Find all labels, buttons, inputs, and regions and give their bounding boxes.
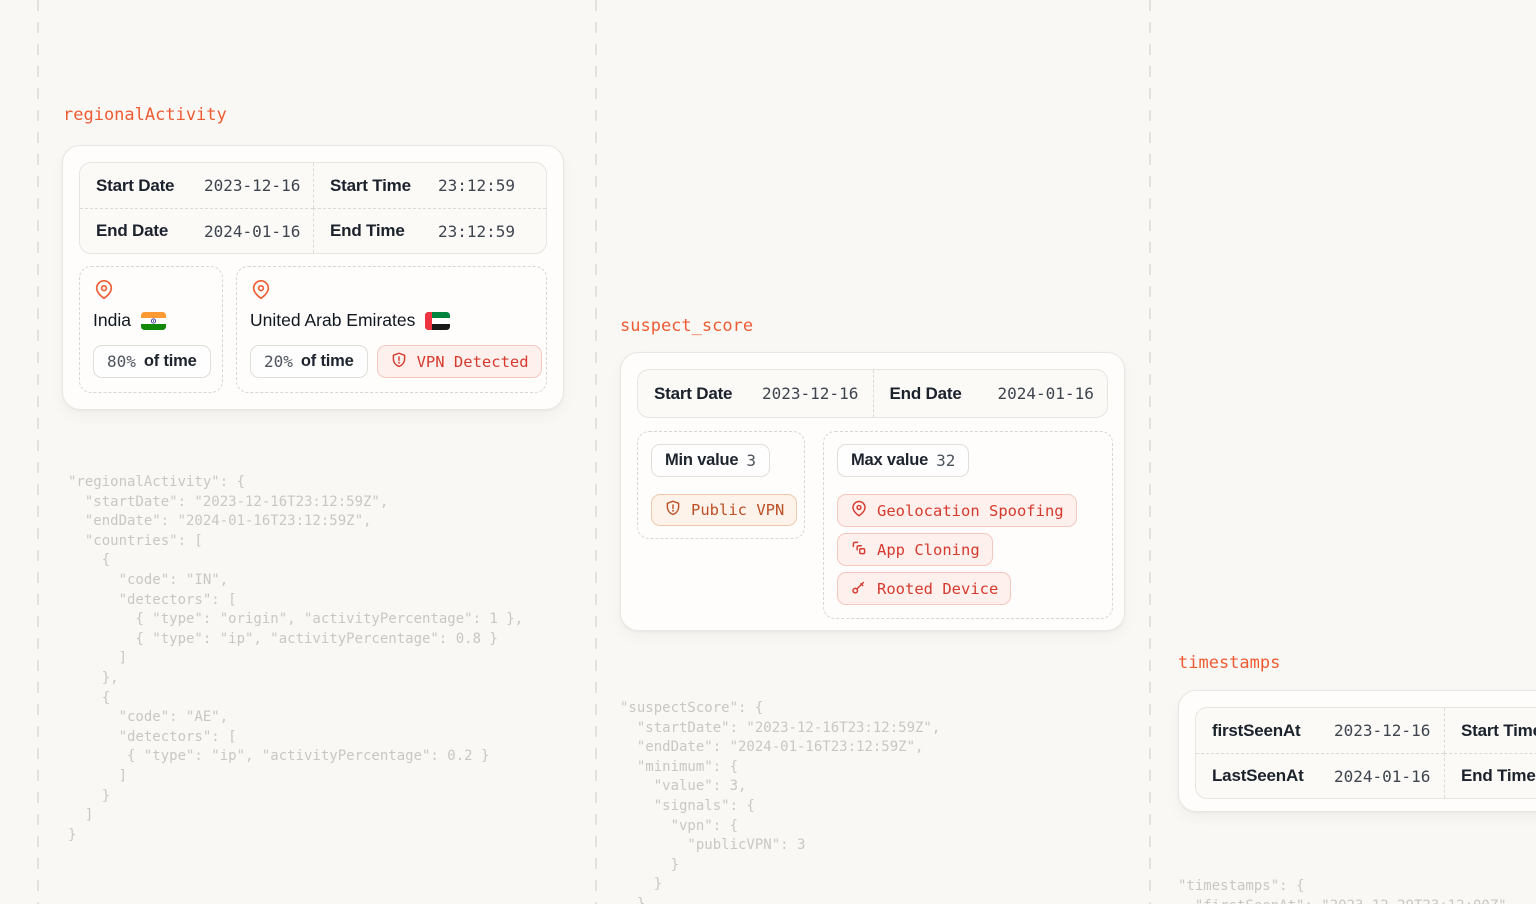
start-time-value: 23:12:59 [438,176,515,195]
last-seen-cell: LastSeenAt 2024-01-16 [1196,753,1444,798]
start-time-label: Start Time [330,176,426,196]
first-seen-value: 2023-12-16 [1334,721,1430,740]
suspect-score-card: Start Date 2023-12-16 End Date 2024-01-1… [620,352,1125,631]
end-date-label: End Date [96,221,192,241]
start-time-cell: Start Time [1444,708,1536,753]
chip-label: Geolocation Spoofing [877,502,1064,520]
india-flag-icon [141,312,166,330]
percent-value: 80% [107,352,136,371]
end-date-cell: End Date 2024-01-16 [80,208,313,253]
percent-suffix: of time [144,352,197,371]
public-vpn-chip: Public VPN [651,494,797,527]
last-seen-value: 2024-01-16 [1334,767,1430,786]
rooted-device-chip: Rooted Device [837,572,1011,605]
regional-activity-card: Start Date 2023-12-16 Start Time 23:12:5… [62,145,564,410]
percent-suffix: of time [301,352,354,371]
canvas-guide-line-right [1149,0,1151,904]
copy-icon [850,539,868,561]
last-seen-label: LastSeenAt [1212,766,1322,786]
end-time-cell: End Time [1444,753,1536,798]
start-date-cell: Start Date 2023-12-16 [80,163,313,208]
regional-activity-json-code: "regionalActivity": { "startDate": "2023… [68,473,523,845]
end-date-value: 2024-01-16 [998,384,1094,403]
geolocation-spoofing-chip: Geolocation Spoofing [837,494,1077,527]
end-time-label: End Time [1461,766,1536,786]
first-seen-label: firstSeenAt [1212,721,1322,741]
start-time-cell: Start Time 23:12:59 [313,163,546,208]
max-value-label: Max value [851,451,928,470]
key-icon [850,578,868,600]
timestamps-table: firstSeenAt 2023-12-16 Start Time LastSe… [1195,707,1536,799]
start-date-value: 2023-12-16 [762,384,858,403]
end-date-label: End Date [890,384,986,404]
chip-label: Rooted Device [877,580,998,598]
end-time-cell: End Time 23:12:59 [313,208,546,253]
end-time-value: 23:12:59 [438,222,515,241]
canvas-guide-line-middle [595,0,597,904]
start-time-label: Start Time [1461,721,1536,741]
badge-label: VPN Detected [417,353,529,371]
end-date-cell: End Date 2024-01-16 [873,370,1108,417]
vpn-detected-badge: VPN Detected [377,345,542,378]
uae-flag-icon [425,312,450,330]
max-value-box: Max value 32 Geolocation Spoofing App Cl… [823,431,1113,619]
canvas-guide-line-left [37,0,39,904]
percent-value: 20% [264,352,293,371]
chip-label: App Cloning [877,541,980,559]
map-pin-icon [93,279,209,301]
suspect-score-title: suspect_score [620,315,753,337]
activity-percent-pill: 20% of time [250,345,368,378]
regional-activity-title: regionalActivity [63,104,227,126]
country-name: India [93,310,131,331]
min-value-label: Min value [665,451,738,470]
country-card-india: India 80% of time [79,266,223,393]
end-time-label: End Time [330,221,426,241]
min-value-pill: Min value 3 [651,444,770,477]
country-name: United Arab Emirates [250,310,415,331]
max-value-pill: Max value 32 [837,444,969,477]
shield-alert-icon [664,499,682,521]
start-date-label: Start Date [654,384,750,404]
end-date-value: 2024-01-16 [204,222,300,241]
suspect-score-json-code: "suspectScore": { "startDate": "2023-12-… [620,699,940,904]
start-date-label: Start Date [96,176,192,196]
regional-date-range-table: Start Date 2023-12-16 Start Time 23:12:5… [79,162,547,254]
timestamps-card: firstSeenAt 2023-12-16 Start Time LastSe… [1178,690,1536,812]
first-seen-cell: firstSeenAt 2023-12-16 [1196,708,1444,753]
shield-alert-icon [390,351,408,373]
map-pin-icon [850,500,868,522]
map-pin-icon [250,279,533,301]
timestamps-json-code: "timestamps": { "firstSeenAt": "2023-12-… [1178,877,1507,904]
timestamps-title: timestamps [1178,652,1280,674]
start-date-value: 2023-12-16 [204,176,300,195]
app-cloning-chip: App Cloning [837,533,993,566]
activity-percent-pill: 80% of time [93,345,211,378]
chip-label: Public VPN [691,501,784,519]
max-value: 32 [936,451,955,470]
min-value: 3 [746,451,756,470]
suspect-date-range-table: Start Date 2023-12-16 End Date 2024-01-1… [637,369,1108,418]
min-value-box: Min value 3 Public VPN [637,431,805,539]
country-card-uae: United Arab Emirates 20% of time VPN Det… [236,266,547,393]
start-date-cell: Start Date 2023-12-16 [638,370,873,417]
